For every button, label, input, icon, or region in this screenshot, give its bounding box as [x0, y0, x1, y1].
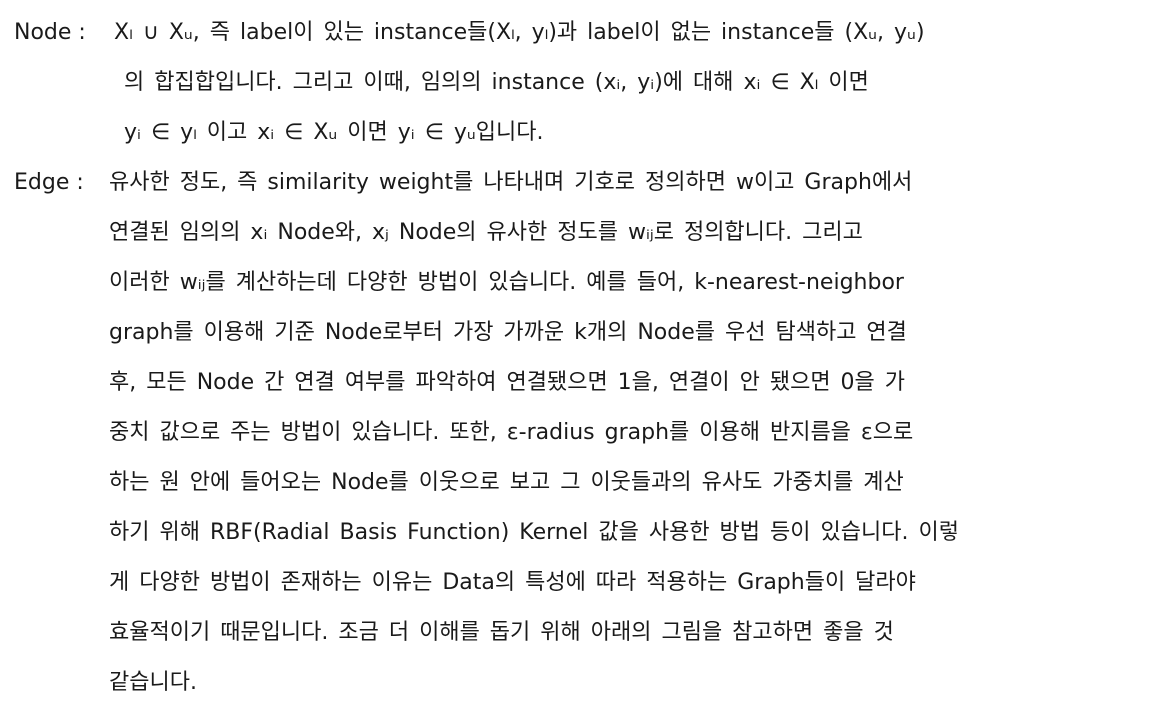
edge-line-2: 연결된 임의의 xᵢ Node와, xⱼ Node의 유사한 정도를 wᵢⱼ로 …	[109, 220, 863, 245]
edge-line-10: 효율적이기 때문입니다. 조금 더 이해를 돕기 위해 아래의 그림을 참고하면…	[109, 620, 894, 645]
edge-line-1: 유사한 정도, 즉 similarity weight를 나타내며 기호로 정의…	[109, 170, 913, 195]
node-line-3: yᵢ ∈ yₗ 이고 xᵢ ∈ Xᵤ 이면 yᵢ ∈ yᵤ입니다.	[124, 120, 544, 145]
edge-line-3: 이러한 wᵢⱼ를 계산하는데 다양한 방법이 있습니다. 예를 들어, k-ne…	[109, 270, 904, 295]
definition-node: Node : Xₗ ∪ Xᵤ, 즉 label이 있는 instance들(Xₗ…	[14, 8, 1160, 158]
edge-line-5: 후, 모든 Node 간 연결 여부를 파악하여 연결됐으면 1을, 연결이 안…	[109, 370, 906, 395]
term-node: Node :	[14, 20, 86, 45]
node-line-2: 의 합집합입니다. 그리고 이때, 임의의 instance (xᵢ, yᵢ)에…	[124, 70, 869, 95]
definition-node-text: Xₗ ∪ Xᵤ, 즉 label이 있는 instance들(Xₗ, yₗ)과 …	[114, 8, 1160, 158]
edge-line-6: 중치 값으로 주는 방법이 있습니다. 또한, ε-radius graph를 …	[109, 420, 914, 445]
edge-line-8: 하기 위해 RBF(Radial Basis Function) Kernel …	[109, 520, 959, 545]
document-body: Node : Xₗ ∪ Xᵤ, 즉 label이 있는 instance들(Xₗ…	[14, 8, 1160, 708]
node-line-1: Xₗ ∪ Xᵤ, 즉 label이 있는 instance들(Xₗ, yₗ)과 …	[114, 20, 925, 45]
edge-line-4: graph를 이용해 기준 Node로부터 가장 가까운 k개의 Node를 우…	[109, 320, 907, 345]
edge-line-7: 하는 원 안에 들어오는 Node를 이웃으로 보고 그 이웃들과의 유사도 가…	[109, 470, 904, 495]
term-edge: Edge :	[14, 170, 84, 195]
definition-edge-text: 유사한 정도, 즉 similarity weight를 나타내며 기호로 정의…	[109, 158, 1160, 708]
edge-line-11: 같습니다.	[109, 670, 197, 695]
edge-line-9: 게 다양한 방법이 존재하는 이유는 Data의 특성에 따라 적용하는 Gra…	[109, 570, 916, 595]
definition-edge: Edge : 유사한 정도, 즉 similarity weight를 나타내며…	[14, 158, 1160, 708]
